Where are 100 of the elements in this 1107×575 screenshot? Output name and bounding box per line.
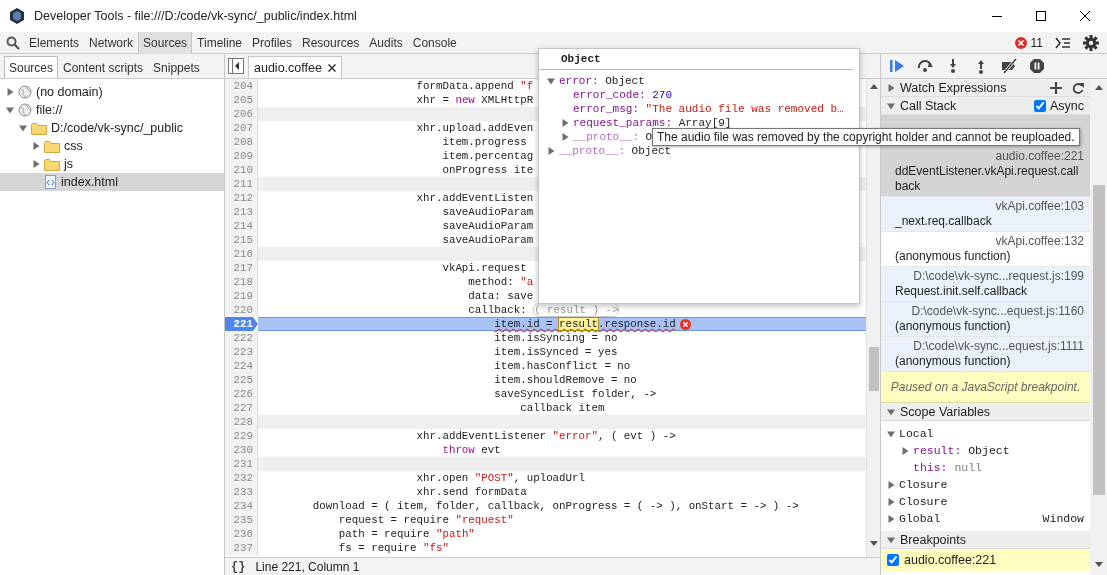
close-icon[interactable] [327,63,336,72]
line-number: 204 [225,79,258,93]
tree-item[interactable]: (no domain) [0,83,224,101]
panel-tab[interactable]: Sources [138,31,193,54]
code-line: formData.append "f [416,79,534,93]
tree-item[interactable]: file:// [0,101,224,119]
collapsed-triangle-icon[interactable] [561,133,569,141]
collapsed-triangle-icon[interactable] [32,160,40,168]
collapsed-triangle-icon[interactable] [6,88,14,96]
breakpoint-checkbox[interactable] [887,554,899,566]
code-line: xhr.addEventListen [416,191,534,205]
panel-tab[interactable]: Console [407,31,462,54]
code-line: item.id = result.response.id [494,317,676,331]
section-header[interactable]: Breakpoints [881,531,1090,549]
code-line: xhr = new XMLHttpR [416,93,534,107]
call-frame[interactable]: vkApi.coffee:103 _next.req.callback [881,197,1090,232]
variable: result: Object [913,444,1010,457]
collapsed-triangle-icon[interactable] [561,119,569,127]
scroll-up-icon[interactable] [869,84,878,89]
panel-tab[interactable]: Elements [24,31,85,54]
console-icon[interactable] [1055,36,1071,49]
panel-tab[interactable]: Resources [297,31,365,54]
scroll-up-icon[interactable] [1094,85,1103,90]
line-number: 205 [225,93,258,107]
expanded-triangle-icon[interactable] [887,429,895,438]
call-frame[interactable]: D:\code\vk-sync...equest.js:1160 (anonymous function) [881,302,1090,337]
collapsed-triangle-icon[interactable] [887,480,895,489]
toggle-sidebar-icon[interactable] [228,58,244,74]
add-icon[interactable] [1050,81,1062,94]
error-icon[interactable] [1014,36,1027,49]
section-header[interactable]: Scope Variables [881,403,1090,421]
expanded-triangle-icon[interactable] [887,101,895,110]
section-header[interactable]: Watch Expressions [881,79,1090,97]
line-number: 233 [225,485,258,499]
settings-icon[interactable] [1083,34,1099,51]
navigator-tab[interactable]: Content scripts [58,56,149,78]
maximize-icon[interactable] [1036,11,1046,21]
tree-item[interactable]: js [0,155,224,173]
property: error: Object [559,75,645,87]
collapsed-triangle-icon[interactable] [887,83,895,92]
tree-item[interactable]: css [0,137,224,155]
deactivate-breakpoints-icon[interactable] [1001,58,1017,74]
tree-item[interactable]: D:/code/vk-sync/_public [0,119,224,137]
panel-tab[interactable]: Timeline [192,31,247,54]
code-line: item.progress [442,135,527,149]
line-number: 217 [225,261,258,275]
collapsed-triangle-icon[interactable] [887,497,895,506]
code-line: xhr.addEventListener "error", ( evt ) -> [416,429,676,443]
frame-location: audio.coffee:221 [994,149,1084,164]
cursor-position: Line 221, Column 1 [255,559,360,574]
code-line: xhr.send formData [416,485,527,499]
navigator-tab[interactable]: Snippets [148,56,205,78]
error-count[interactable]: 11 [1030,35,1043,50]
editor-tab[interactable]: audio.coffee [248,56,342,78]
expanded-triangle-icon[interactable] [6,106,14,114]
breakpoint-marker[interactable]: 221 [225,317,258,331]
pretty-print-button[interactable]: {} [231,559,246,574]
code-line: item.shouldRemove = no [494,373,637,387]
property: error_msg: "The audio file was removed b… [573,103,844,115]
scrollbar-thumb[interactable] [868,347,879,391]
search-icon[interactable] [6,35,20,50]
variable: this: null [913,461,982,474]
section-header[interactable]: Call Stack Async [881,97,1090,115]
tree-item[interactable]: index.html [0,173,224,191]
expanded-triangle-icon[interactable] [887,535,895,544]
scroll-down-icon[interactable] [869,541,878,546]
collapsed-triangle-icon[interactable] [547,147,555,155]
expanded-triangle-icon[interactable] [547,77,555,85]
close-icon[interactable] [1080,11,1090,21]
popover-title: Object [539,49,853,70]
scope-item[interactable]: Global Window [881,510,1090,527]
scope-item[interactable]: Closure [881,493,1090,510]
refresh-icon[interactable] [1072,81,1084,94]
expanded-triangle-icon[interactable] [887,407,895,416]
code-line: item.isSynced = yes [494,345,618,359]
panel-tab[interactable]: Audits [364,31,408,54]
collapsed-triangle-icon[interactable] [32,142,40,150]
frame-function: (anonymous function) [895,249,1012,264]
window-title: Developer Tools - file:///D:/code/vk-sync/_public/index.html [34,9,357,23]
scrollbar-thumb[interactable] [1092,185,1105,495]
call-frame[interactable]: D:\code\vk-sync...equest.js:1111 (anonymous function) [881,337,1090,372]
panel-tab[interactable]: Network [84,31,139,54]
step-over-icon[interactable] [917,58,933,74]
navigator-tab[interactable]: Sources [4,56,59,78]
scroll-down-icon[interactable] [1094,562,1103,567]
collapsed-triangle-icon[interactable] [901,446,909,455]
code-line: item.isSyncing = no [494,331,618,345]
expanded-triangle-icon[interactable] [19,124,27,132]
collapsed-triangle-icon[interactable] [887,514,895,523]
line-number: 224 [225,359,258,373]
breakpoint-label: audio.coffee:221 [904,553,997,567]
scope-item[interactable]: Closure [881,476,1090,493]
frame-function: (anonymous function) [895,354,1012,369]
pause-icon[interactable] [1029,58,1045,74]
async-checkbox[interactable] [1033,99,1046,112]
resume-icon[interactable] [889,58,905,74]
scope-item[interactable]: Local [881,425,1090,442]
line-number: 211 [225,177,258,191]
panel-tab[interactable]: Profiles [247,31,297,54]
call-frame[interactable]: D:\code\vk-sync...request.js:199 Request.init.self.callback [881,267,1090,302]
